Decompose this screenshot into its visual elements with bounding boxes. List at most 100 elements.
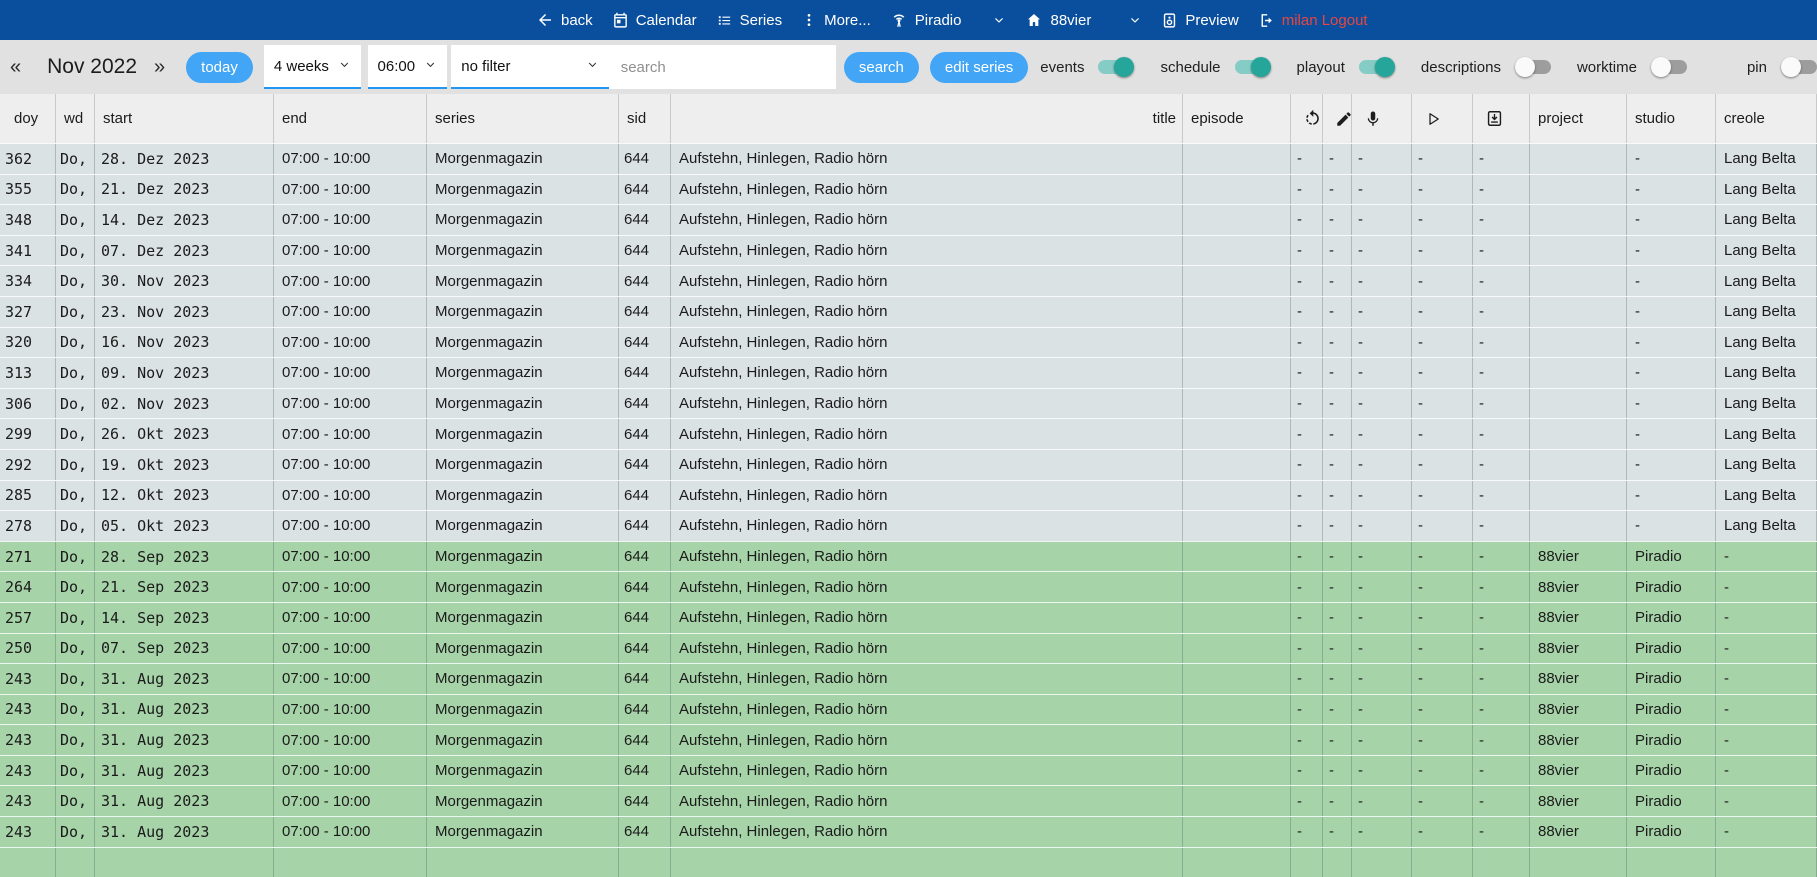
cell-undo: - — [1290, 603, 1322, 633]
cell-edit: - — [1322, 664, 1351, 694]
cell-title: Aufstehn, Hinlegen, Radio hörn — [670, 603, 1182, 633]
cell-doy: 250 — [0, 634, 55, 664]
cell-edit: - — [1322, 144, 1351, 174]
table-row[interactable]: 348Do,14. Dez 202307:00 - 10:00Morgenmag… — [0, 204, 1817, 235]
cell-studio: Piradio — [1626, 664, 1715, 694]
cell-undo: - — [1290, 786, 1322, 816]
logout-button[interactable]: milan Logout — [1258, 12, 1368, 29]
descriptions-switch[interactable] — [1515, 57, 1551, 77]
table-row[interactable]: 285Do,12. Okt 202307:00 - 10:00Morgenmag… — [0, 480, 1817, 511]
table-row[interactable]: 327Do,23. Nov 202307:00 - 10:00Morgenmag… — [0, 296, 1817, 327]
cell-archive: - — [1472, 297, 1529, 327]
cell-creole: Lang Belta — [1715, 389, 1817, 419]
cell-end — [273, 848, 426, 877]
cell-archive: - — [1472, 236, 1529, 266]
table-row[interactable]: 278Do,05. Okt 202307:00 - 10:00Morgenmag… — [0, 510, 1817, 541]
nav-more[interactable]: More... — [801, 12, 871, 29]
cell-project — [1529, 848, 1626, 877]
cell-title: Aufstehn, Hinlegen, Radio hörn — [670, 450, 1182, 480]
filter-select[interactable]: no filter — [451, 45, 608, 89]
table-row[interactable]: 271Do,28. Sep 202307:00 - 10:00Morgenmag… — [0, 541, 1817, 572]
today-button[interactable]: today — [186, 52, 253, 83]
schedule-switch[interactable] — [1235, 57, 1271, 77]
table-row[interactable]: 341Do,07. Dez 202307:00 - 10:00Morgenmag… — [0, 235, 1817, 266]
cell-end: 07:00 - 10:00 — [273, 572, 426, 602]
table-row[interactable]: 243Do,31. Aug 202307:00 - 10:00Morgenmag… — [0, 816, 1817, 847]
range-select[interactable]: 4 weeks — [264, 45, 361, 89]
events-switch[interactable] — [1098, 57, 1134, 77]
table-row[interactable]: 334Do,30. Nov 202307:00 - 10:00Morgenmag… — [0, 265, 1817, 296]
chevron-down-icon[interactable] — [992, 13, 1006, 27]
cell-play: - — [1411, 205, 1472, 235]
cell-studio: - — [1626, 450, 1715, 480]
table-row[interactable]: 306Do,02. Nov 202307:00 - 10:00Morgenmag… — [0, 388, 1817, 419]
column-header-end: end — [273, 94, 426, 143]
nav-calendar[interactable]: Calendar — [612, 12, 697, 29]
table-row[interactable]: 243Do,31. Aug 202307:00 - 10:00Morgenmag… — [0, 755, 1817, 786]
time-select[interactable]: 06:00 — [368, 45, 448, 89]
search-button[interactable]: search — [844, 52, 919, 83]
table-row[interactable]: 243Do,31. Aug 202307:00 - 10:00Morgenmag… — [0, 785, 1817, 816]
cell-wd: Do, — [55, 266, 94, 296]
nav-station[interactable]: 88vier — [1025, 11, 1142, 29]
cell-sid: 644 — [618, 236, 670, 266]
table-row[interactable]: 320Do,16. Nov 202307:00 - 10:00Morgenmag… — [0, 327, 1817, 358]
cell-archive: - — [1472, 511, 1529, 541]
cell-title: Aufstehn, Hinlegen, Radio hörn — [670, 236, 1182, 266]
edit-series-button[interactable]: edit series — [930, 52, 1028, 83]
cell-episode — [1182, 419, 1290, 449]
cell-studio: Piradio — [1626, 725, 1715, 755]
column-header-edit — [1322, 94, 1351, 143]
table-row[interactable]: 264Do,21. Sep 202307:00 - 10:00Morgenmag… — [0, 571, 1817, 602]
cell-mic: - — [1351, 144, 1411, 174]
table-row[interactable]: 250Do,07. Sep 202307:00 - 10:00Morgenmag… — [0, 633, 1817, 664]
cell-project — [1529, 297, 1626, 327]
table-row[interactable]: 355Do,21. Dez 202307:00 - 10:00Morgenmag… — [0, 174, 1817, 205]
worktime-switch[interactable] — [1651, 57, 1687, 77]
nav-preview[interactable]: Preview — [1161, 12, 1238, 29]
table-row-partial[interactable] — [0, 847, 1817, 877]
table-row[interactable]: 292Do,19. Okt 202307:00 - 10:00Morgenmag… — [0, 449, 1817, 480]
table-body: 362Do,28. Dez 202307:00 - 10:00Morgenmag… — [0, 143, 1817, 877]
cell-sid: 644 — [618, 266, 670, 296]
table-row[interactable]: 243Do,31. Aug 202307:00 - 10:00Morgenmag… — [0, 663, 1817, 694]
cell-wd: Do, — [55, 328, 94, 358]
table-row[interactable]: 362Do,28. Dez 202307:00 - 10:00Morgenmag… — [0, 143, 1817, 174]
next-month-button[interactable]: » — [152, 56, 167, 79]
playout-switch[interactable] — [1359, 57, 1395, 77]
toolbar: « Nov 2022 » today 4 weeks 06:00 no filt… — [0, 40, 1817, 94]
pin-switch[interactable] — [1781, 57, 1817, 77]
nav-series[interactable]: Series — [716, 12, 783, 29]
topbar: back Calendar Series More... Piradio 88v… — [0, 0, 1817, 40]
table-row[interactable]: 243Do,31. Aug 202307:00 - 10:00Morgenmag… — [0, 694, 1817, 725]
cell-wd: Do, — [55, 358, 94, 388]
cell-doy: 257 — [0, 603, 55, 633]
cell-end: 07:00 - 10:00 — [273, 664, 426, 694]
cell-sid: 644 — [618, 572, 670, 602]
cell-play: - — [1411, 358, 1472, 388]
cell-wd: Do, — [55, 144, 94, 174]
cell-creole: Lang Belta — [1715, 236, 1817, 266]
prev-month-button[interactable]: « — [8, 56, 23, 79]
cell-project — [1529, 144, 1626, 174]
table-row[interactable]: 299Do,26. Okt 202307:00 - 10:00Morgenmag… — [0, 418, 1817, 449]
back-button[interactable]: back — [536, 11, 593, 29]
cell-undo: - — [1290, 175, 1322, 205]
cell-project — [1529, 236, 1626, 266]
cell-wd: Do, — [55, 511, 94, 541]
cell-wd: Do, — [55, 817, 94, 847]
cell-studio: - — [1626, 297, 1715, 327]
cell-doy: 243 — [0, 695, 55, 725]
table-row[interactable]: 313Do,09. Nov 202307:00 - 10:00Morgenmag… — [0, 357, 1817, 388]
cell-end: 07:00 - 10:00 — [273, 450, 426, 480]
cell-play: - — [1411, 236, 1472, 266]
table-row[interactable]: 257Do,14. Sep 202307:00 - 10:00Morgenmag… — [0, 602, 1817, 633]
cell-edit: - — [1322, 419, 1351, 449]
table-row[interactable]: 243Do,31. Aug 202307:00 - 10:00Morgenmag… — [0, 724, 1817, 755]
nav-piradio[interactable]: Piradio — [890, 11, 1007, 29]
search-input[interactable] — [609, 45, 836, 89]
cell-sid — [618, 848, 670, 877]
chevron-down-icon[interactable] — [1128, 13, 1142, 27]
arrow-left-icon — [536, 11, 554, 29]
cell-undo: - — [1290, 144, 1322, 174]
